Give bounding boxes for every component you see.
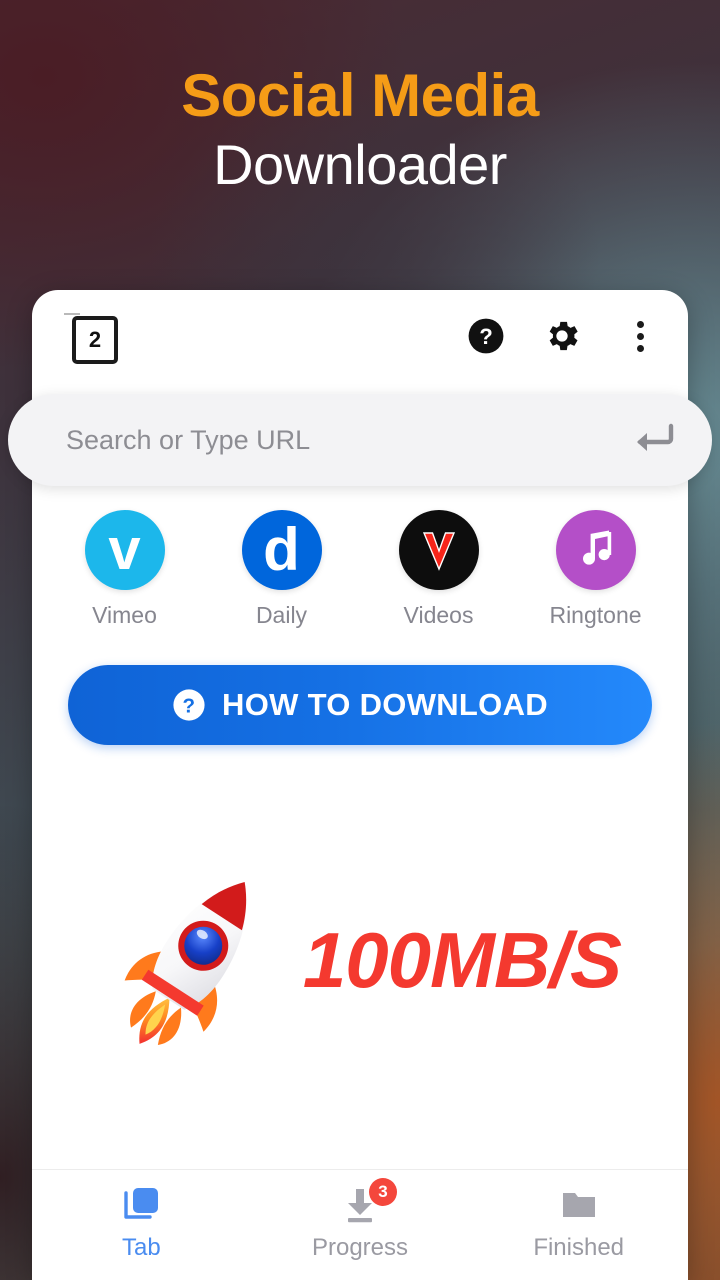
nav-item-finished[interactable]: Finished	[469, 1170, 688, 1280]
dailymotion-icon: d	[241, 510, 322, 590]
enter-arrow-icon[interactable]	[630, 422, 674, 461]
more-vertical-icon[interactable]	[618, 314, 662, 358]
nav-label-tab: Tab	[121, 1234, 161, 1261]
progress-badge: 3	[369, 1178, 397, 1206]
tab-count-button[interactable]: 2	[72, 316, 118, 364]
videos-icon	[398, 510, 479, 590]
promo-banner: 100MB/S	[32, 830, 688, 1090]
shortcut-label-vimeo: Vimeo	[92, 602, 157, 628]
ringtone-music-note-icon	[555, 510, 636, 590]
shortcut-label-ringtone: Ringtone	[549, 602, 642, 628]
vimeo-icon-glyph: v	[108, 517, 141, 582]
hero-title: Social Media Downloader	[0, 64, 720, 203]
nav-item-progress[interactable]: 3 Progress	[251, 1170, 470, 1280]
overflow-dot	[636, 332, 644, 340]
search-bar[interactable]	[8, 394, 712, 486]
enter-arrow-glyph	[637, 423, 674, 451]
help-circle-icon[interactable]: ?	[464, 314, 508, 358]
shortcut-daily[interactable]: d Daily	[217, 510, 347, 629]
hero-title-line-2: Downloader	[213, 133, 507, 196]
dailymotion-icon-glyph: d	[263, 516, 300, 583]
how-to-download-label: HOW TO DOWNLOAD	[222, 687, 548, 722]
folder-glyph	[562, 1193, 595, 1217]
overflow-dot	[636, 320, 644, 328]
question-mark-circle-icon: ?	[173, 689, 205, 721]
music-note-glyph	[582, 530, 611, 565]
hero-title-line-1: Social Media	[181, 62, 539, 129]
gear-glyph	[549, 321, 578, 351]
nav-item-tab[interactable]: Tab	[32, 1170, 251, 1280]
download-speed-label: 100MB/S	[302, 915, 622, 1004]
videos-icon-glyph	[422, 532, 455, 571]
nav-label-finished: Finished	[533, 1234, 625, 1261]
svg-text:?: ?	[183, 694, 196, 717]
gear-icon[interactable]	[540, 314, 584, 358]
tabs-stack-icon	[120, 1182, 162, 1228]
help-circle-glyph: ?	[468, 318, 504, 354]
rocket-icon	[124, 882, 247, 1046]
download-arrow-icon: 3	[339, 1178, 397, 1228]
folder-icon	[558, 1182, 600, 1228]
nav-label-progress: Progress	[311, 1234, 409, 1261]
overflow-dot	[636, 344, 644, 352]
app-toolbar: 2 ?	[32, 290, 688, 398]
shortcut-ringtone[interactable]: Ringtone	[531, 510, 661, 629]
tab-counter-tick	[64, 313, 80, 315]
shortcut-videos[interactable]: Videos	[374, 510, 504, 629]
shortcut-row: v Vimeo d Daily Videos Ringtone	[32, 510, 688, 629]
vimeo-icon: v	[84, 510, 165, 590]
app-screen: Social Media Downloader 2 ? v Vimeo d Da…	[0, 0, 720, 1280]
shortcut-vimeo[interactable]: v Vimeo	[60, 510, 190, 629]
tabs-stack-glyph	[124, 1188, 159, 1219]
shortcut-label-daily: Daily	[255, 602, 308, 628]
search-input[interactable]	[64, 423, 608, 457]
bottom-navigation: Tab 3 Progress Finished	[32, 1169, 688, 1280]
shortcut-label-videos: Videos	[403, 602, 474, 628]
svg-text:?: ?	[479, 324, 493, 349]
how-to-download-button[interactable]: ? HOW TO DOWNLOAD	[68, 665, 652, 745]
